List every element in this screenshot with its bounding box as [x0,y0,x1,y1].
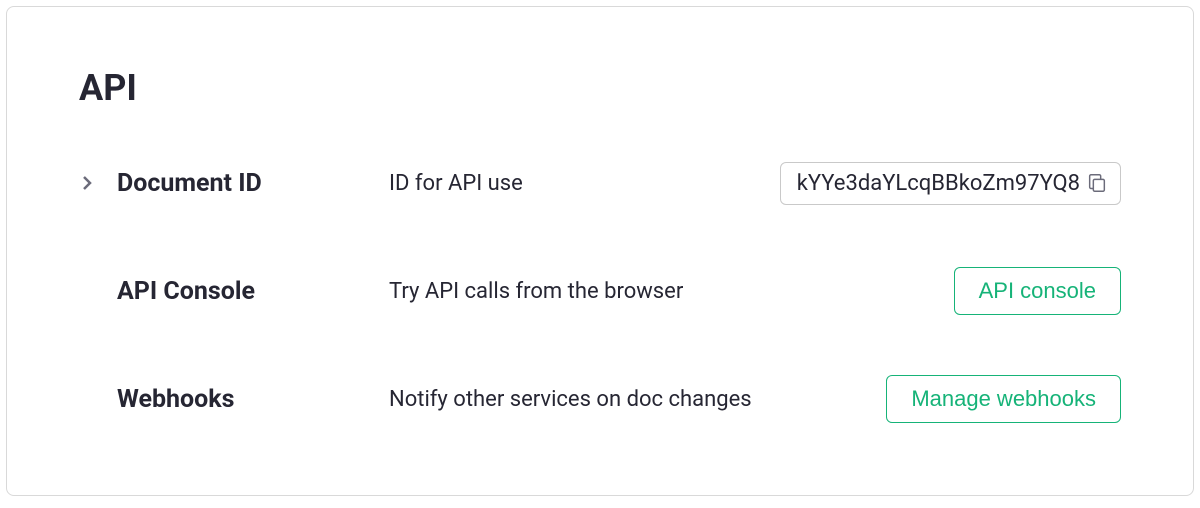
document-id-description: ID for API use [389,171,760,196]
manage-webhooks-button[interactable]: Manage webhooks [886,375,1121,423]
row-document-id: Document ID ID for API use kYYe3daYLcqBB… [79,157,1121,209]
api-console-label: API Console [117,277,255,306]
document-id-label: Document ID [117,169,262,198]
webhooks-description: Notify other services on doc changes [389,387,866,412]
row-webhooks: Webhooks Notify other services on doc ch… [79,373,1121,425]
webhooks-label: Webhooks [117,385,234,414]
copy-icon[interactable] [1086,172,1108,194]
row-api-console: API Console Try API calls from the brows… [79,265,1121,317]
document-id-value: kYYe3daYLcqBBkoZm97YQ8 [797,171,1080,196]
section-title: API [79,67,1121,109]
document-id-value-box[interactable]: kYYe3daYLcqBBkoZm97YQ8 [780,162,1121,205]
api-console-button[interactable]: API console [954,267,1121,315]
api-console-description: Try API calls from the browser [389,279,934,304]
api-settings-panel: API Document ID ID for API use kYYe3daYL… [6,6,1194,496]
expand-icon[interactable] [79,175,117,191]
